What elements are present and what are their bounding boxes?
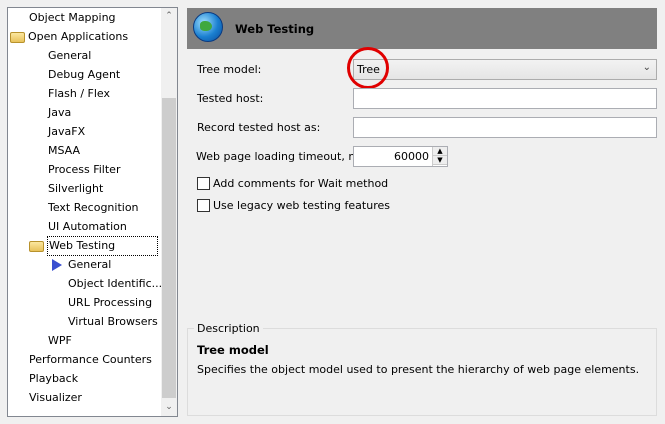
timeout-label: Web page loading timeout, ms:	[196, 150, 369, 163]
legacy-features-label: Use legacy web testing features	[213, 199, 390, 212]
tree-item[interactable]: Web Testing	[29, 236, 158, 256]
tree-item[interactable]: Text Recognition	[48, 199, 139, 217]
folder-open-icon	[10, 31, 25, 43]
record-host-input[interactable]	[353, 117, 657, 138]
tree-item[interactable]: Performance Counters	[29, 351, 152, 369]
tree-scrollbar[interactable]: ⌃ ⌄	[161, 8, 177, 416]
arrow-right-icon	[52, 259, 62, 271]
description-legend: Description	[194, 322, 263, 335]
tree-item-label: Playback	[29, 372, 79, 385]
record-host-label: Record tested host as:	[197, 121, 321, 134]
tree-item[interactable]: Visualizer	[29, 389, 82, 407]
tree-item-label: Virtual Browsers	[68, 315, 158, 328]
tree-item[interactable]: Playback	[29, 370, 78, 388]
tree-item-label: Object Identific...	[68, 277, 163, 290]
tree-item[interactable]: JavaFX	[48, 123, 85, 141]
globe-icon	[193, 12, 223, 42]
tree-item[interactable]: Java	[48, 104, 71, 122]
tree-item-label: URL Processing	[68, 296, 153, 309]
red-circle-annotation	[347, 47, 389, 89]
folder-open-icon	[29, 240, 44, 252]
legacy-features-checkbox[interactable]: Use legacy web testing features	[197, 199, 390, 212]
tree-item[interactable]: WPF	[48, 332, 72, 350]
tree-item-label: Debug Agent	[48, 68, 121, 81]
spin-down-icon[interactable]: ▼	[433, 156, 447, 165]
tree-model-dropdown[interactable]: Tree ⌄	[353, 59, 657, 80]
tree-item-label: Process Filter	[48, 163, 121, 176]
spin-up-icon[interactable]: ▲	[433, 147, 447, 156]
tree-item[interactable]: General	[52, 256, 111, 274]
tree-item-label: Web Testing	[47, 236, 158, 256]
chevron-down-icon: ⌄	[642, 62, 651, 73]
tree-item-label: Flash / Flex	[48, 87, 110, 100]
tree-item[interactable]: Object Identific...	[68, 275, 162, 293]
tree-item-label: MSAA	[48, 144, 81, 157]
tree-item-label: General	[48, 49, 92, 62]
tree-item-label: UI Automation	[48, 220, 127, 233]
timeout-stepper[interactable]: 60000 ▲ ▼	[353, 146, 448, 167]
checkbox-box[interactable]	[197, 177, 210, 190]
tree-item[interactable]: Virtual Browsers	[68, 313, 158, 331]
page-header: Web Testing	[187, 8, 657, 49]
tree-item-label: Silverlight	[48, 182, 104, 195]
description-text: Specifies the object model used to prese…	[197, 363, 640, 376]
tree-item-label: General	[68, 258, 112, 271]
tree-item[interactable]: General	[48, 47, 91, 65]
tree-item-label: Object Mapping	[29, 11, 116, 24]
wait-comments-label: Add comments for Wait method	[213, 177, 389, 190]
tree-item-label: Visualizer	[29, 391, 82, 404]
page-title: Web Testing	[235, 22, 315, 36]
tree-item[interactable]: Flash / Flex	[48, 85, 110, 103]
tree-item[interactable]: Object Mapping	[29, 9, 116, 27]
tested-host-label: Tested host:	[197, 92, 264, 105]
tree-item-label: Java	[48, 106, 72, 119]
settings-tree[interactable]: ⌃ ⌄ Object Mapping Open Applications Gener…	[7, 7, 178, 417]
tree-item-label: WPF	[48, 334, 72, 347]
checkbox-box[interactable]	[197, 199, 210, 212]
tree-item-label: Text Recognition	[48, 201, 139, 214]
tree-item[interactable]: UI Automation	[48, 218, 127, 236]
scroll-up-icon[interactable]: ⌃	[161, 8, 177, 25]
tree-item[interactable]: Process Filter	[48, 161, 120, 179]
tested-host-input[interactable]	[353, 88, 657, 109]
tree-item[interactable]: Open Applications	[10, 28, 128, 46]
tree-item-label: Performance Counters	[29, 353, 152, 366]
tree-item-label: Open Applications	[28, 30, 129, 43]
timeout-value: 60000	[394, 150, 429, 163]
tree-item[interactable]: MSAA	[48, 142, 80, 160]
tree-item[interactable]: Debug Agent	[48, 66, 120, 84]
description-title: Tree model	[197, 343, 269, 357]
tree-item-label: JavaFX	[48, 125, 86, 138]
wait-comments-checkbox[interactable]: Add comments for Wait method	[197, 177, 388, 190]
tree-item[interactable]: URL Processing	[68, 294, 152, 312]
description-group: Description Tree model Specifies the obj…	[187, 322, 657, 416]
tree-item[interactable]: Silverlight	[48, 180, 103, 198]
scroll-down-icon[interactable]: ⌄	[161, 399, 177, 416]
scroll-thumb[interactable]	[162, 98, 176, 398]
tree-model-label: Tree model:	[197, 63, 262, 76]
